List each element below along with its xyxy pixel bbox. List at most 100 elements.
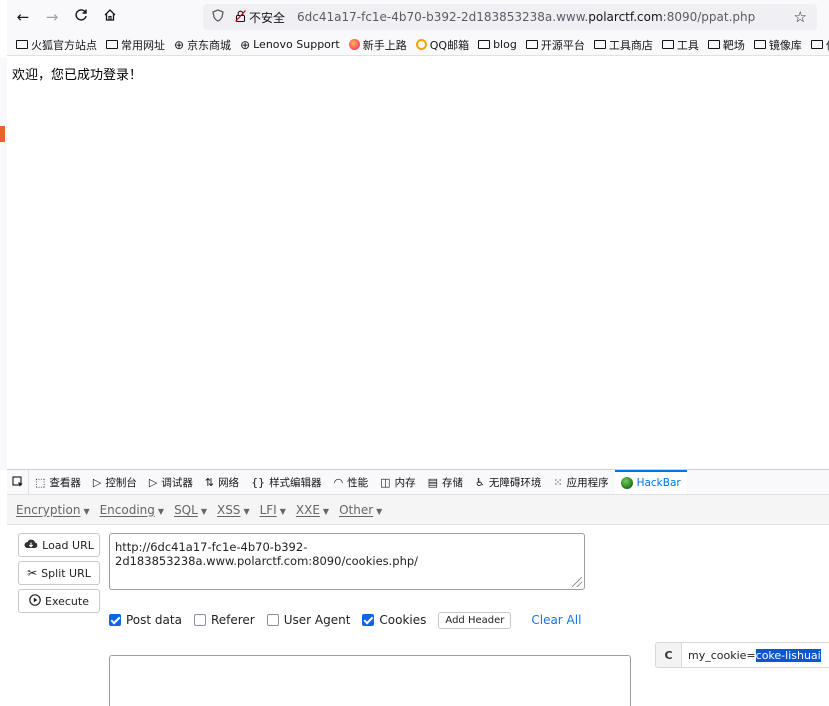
url-suffix: :8090/ppat.php [662, 10, 756, 24]
application-icon: ⁙ [553, 475, 563, 489]
caret-down-icon: ▼ [376, 506, 383, 516]
devtools-tab[interactable]: ⇅ 网络 [199, 470, 245, 494]
devtools-tab[interactable]: ⁙ 应用程序 [547, 470, 614, 494]
reload-button[interactable] [68, 4, 94, 30]
hackbar-menu-item[interactable]: SQL ▼ [174, 503, 207, 517]
post-data-input[interactable] [109, 655, 631, 706]
execute-button[interactable]: Execute [18, 589, 100, 613]
bookmark-item[interactable]: 工具商店 [593, 37, 653, 53]
background-accent [0, 126, 5, 142]
bookmark-item[interactable]: 火狐官方站点 [16, 37, 97, 53]
checkbox-icon[interactable] [109, 614, 121, 626]
hackbar-menu-item[interactable]: Encoding ▼ [100, 503, 164, 517]
play-circle-icon [29, 593, 41, 609]
hackbar-menu-label: XSS [216, 502, 241, 517]
cookies-field-label: C [656, 643, 682, 667]
cloud-download-icon [24, 538, 38, 552]
checkbox-icon[interactable] [193, 614, 206, 626]
back-button[interactable]: ← [10, 4, 36, 30]
devtools-tab[interactable]: ◠ 性能 [328, 470, 375, 494]
bookmark-label: 常用网址 [121, 38, 165, 52]
devtools-tab-label: 样式编辑器 [269, 476, 322, 489]
url-text[interactable]: 6dc41a17-fc1e-4b70-b392-2d183853238a.www… [297, 10, 755, 24]
hackbar-option[interactable]: Cookies [362, 613, 426, 627]
home-button[interactable] [97, 4, 123, 30]
hackbar-option-label: User Agent [283, 613, 351, 627]
hackbar-options-row: Post data Referer User Agent Cookies Add Hea… [109, 611, 581, 629]
devtools-tab[interactable]: ⬚ 查看器 [29, 470, 87, 494]
welcome-message: 欢迎，您已成功登录！ [12, 68, 143, 83]
devtools-tab-label: 调试器 [161, 476, 193, 489]
checkbox-icon[interactable] [362, 614, 375, 626]
back-icon: ← [16, 8, 30, 26]
hackbar-option[interactable]: User Agent [266, 613, 351, 627]
element-picker-icon[interactable] [7, 470, 29, 494]
devtools-tab-label: 应用程序 [566, 476, 609, 489]
devtools-tab-bar: ⬚ 查看器 ▷ 控制台 ▷ 调试器 ⇅ 网络{} 样式编辑器 ◠ 性能 ◫ 内存 ▤ 存储 ♿ 无障碍环境 ⁙ 应用… [7, 470, 829, 495]
cookies-input[interactable]: C my_cookie= coke-lishuai [655, 642, 829, 668]
hackbar-menu-label: Encoding [99, 502, 155, 517]
bookmark-item[interactable]: 作业平 [810, 37, 829, 53]
bookmark-item[interactable]: ⊕ 京东商城 [174, 37, 231, 53]
network-icon: ⇅ [204, 475, 215, 489]
bookmark-star-icon[interactable]: ☆ [794, 8, 807, 26]
debugger-icon: ▷ [148, 475, 158, 489]
hackbar-menu-label: SQL [174, 502, 198, 517]
devtools-tab[interactable]: HackBar [614, 470, 687, 494]
forward-button[interactable]: → [39, 4, 65, 30]
hackbar-menu-item[interactable]: XSS ▼ [217, 503, 250, 517]
add-header-button[interactable]: Add Header [438, 611, 512, 629]
bookmark-item[interactable]: 镜像库 [753, 37, 802, 53]
bookmark-item[interactable]: 工具 [661, 37, 699, 53]
caret-down-icon: ▼ [322, 506, 330, 516]
devtools-tab[interactable]: ▤ 存储 [422, 470, 469, 494]
caret-down-icon: ▼ [157, 506, 165, 516]
performance-icon: ◠ [333, 475, 344, 489]
devtools-tab-label: 查看器 [49, 476, 81, 489]
hackbar-menu-item[interactable]: LFI ▼ [260, 503, 286, 517]
firefox-icon [348, 39, 360, 50]
devtools-tab-label: 控制台 [105, 476, 137, 489]
load-url-button[interactable]: Load URL [18, 533, 100, 557]
cookie-key: my_cookie= [688, 648, 756, 662]
bookmark-item[interactable]: 靶场 [707, 37, 745, 53]
hackbar-option[interactable]: Referer [193, 613, 255, 627]
hackbar-option[interactable]: Post data [109, 613, 182, 627]
folder-icon [593, 40, 606, 49]
bookmark-item[interactable]: QQ邮箱 [415, 37, 469, 53]
devtools-tab[interactable]: ▷ 调试器 [143, 470, 199, 494]
connection-insecure-indicator[interactable]: 不安全 [235, 9, 285, 26]
hackbar-url-input[interactable]: http://6dc41a17-fc1e-4b70-b392-2d1838532… [109, 533, 585, 590]
devtools-tab-label: 内存 [394, 476, 416, 489]
hackbar-menu-item[interactable]: XXE ▼ [296, 503, 329, 517]
folder-icon [707, 40, 720, 49]
page-content: 欢迎，您已成功登录！ [7, 57, 829, 469]
bookmark-item[interactable]: ⊕ Lenovo Support [240, 38, 340, 52]
scissors-icon: ✂ [27, 566, 38, 580]
qq-mail-icon [415, 39, 427, 50]
globe-icon: ⊕ [240, 37, 251, 52]
checkbox-icon[interactable] [266, 614, 279, 626]
devtools-tab[interactable]: {} 样式编辑器 [245, 470, 328, 494]
execute-label: Execute [45, 594, 89, 608]
hackbar-menu-item[interactable]: Other ▼ [339, 503, 382, 517]
hackbar-menu-label: XXE [295, 502, 320, 517]
split-url-button[interactable]: ✂ Split URL [18, 561, 100, 585]
bookmark-item[interactable]: 常用网址 [106, 37, 165, 53]
bookmark-label: 新手上路 [362, 38, 407, 52]
bookmark-item[interactable]: 新手上路 [348, 37, 407, 53]
devtools-tab[interactable]: ♿ 无障碍环境 [469, 470, 547, 494]
clear-all-link[interactable]: Clear All [531, 613, 581, 627]
cookies-value[interactable]: my_cookie= coke-lishuai [682, 643, 821, 667]
bookmark-item[interactable]: 开源平台 [525, 37, 585, 53]
bookmark-label: 工具商店 [608, 38, 653, 52]
devtools-tab[interactable]: ▷ 控制台 [87, 470, 143, 494]
hackbar-option-label: Post data [126, 613, 182, 627]
devtools-tab[interactable]: ◫ 内存 [374, 470, 421, 494]
address-bar[interactable]: 不安全 6dc41a17-fc1e-4b70-b392-2d183853238a… [203, 4, 817, 30]
resize-grip-icon[interactable] [572, 577, 582, 587]
folder-icon [478, 40, 491, 49]
bookmark-item[interactable]: blog [478, 38, 517, 51]
hackbar-menu-item[interactable]: Encryption ▼ [16, 503, 90, 517]
tracking-protection-icon[interactable] [207, 8, 229, 26]
